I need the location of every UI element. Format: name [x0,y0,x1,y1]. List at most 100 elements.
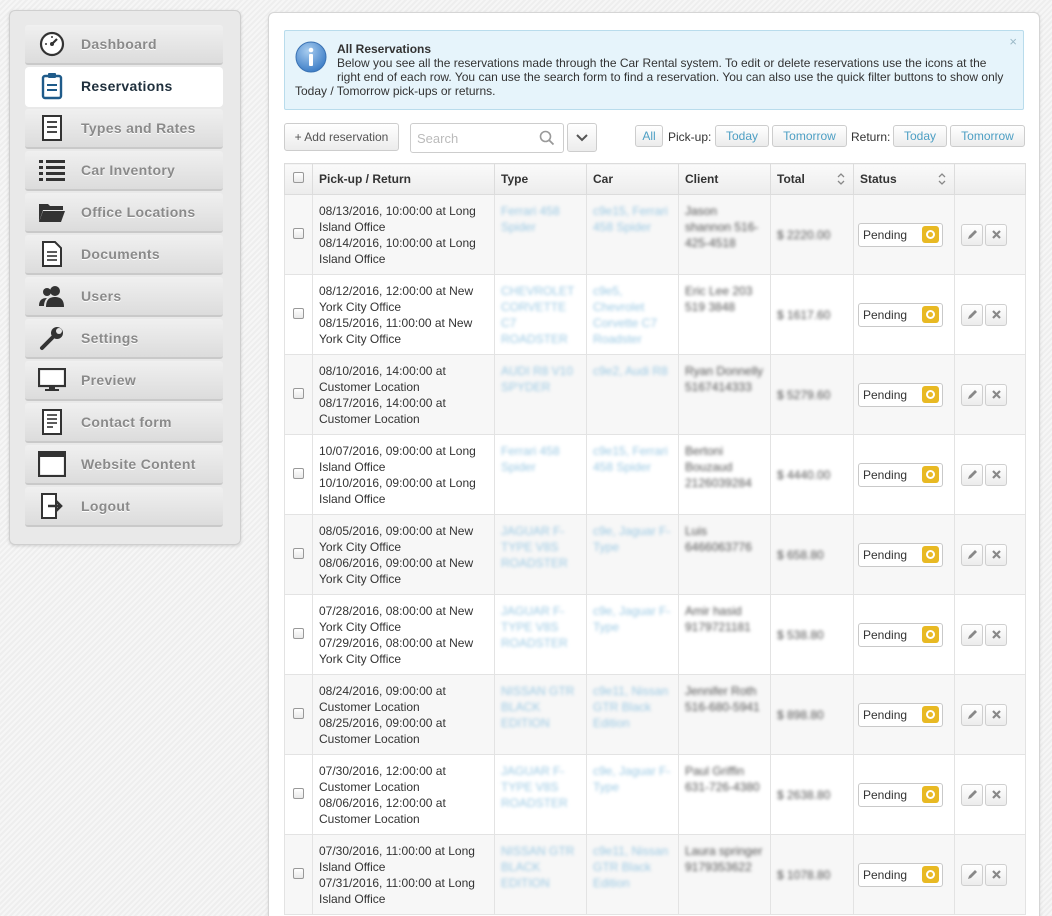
header-status-label: Status [860,172,897,186]
car-link[interactable]: c9e2, Audi R8 [593,364,668,378]
row-checkbox[interactable] [293,867,304,879]
window-icon [37,449,67,479]
status-select[interactable]: Pending [858,702,943,727]
type-link[interactable]: Ferrari 458 Spider [501,204,560,234]
sidebar-item-users[interactable]: Users [25,277,223,317]
car-cell: c9e11, Nissan GTR Black Edition [586,834,679,915]
header-type[interactable]: Type [494,163,587,195]
status-select[interactable]: Pending [858,862,943,887]
car-link[interactable]: c9e, Jaguar F-Type [593,524,670,554]
sidebar-item-reservations[interactable]: Reservations [25,67,223,107]
delete-button[interactable] [985,703,1007,726]
pencil-icon [967,470,977,479]
row-checkbox[interactable] [293,467,304,479]
actions-cell [954,194,1026,275]
status-select[interactable]: Pending [858,382,943,407]
add-reservation-button[interactable]: + Add reservation [284,123,399,151]
edit-button[interactable] [961,783,983,806]
row-checkbox[interactable] [293,307,304,319]
delete-button[interactable] [985,863,1007,886]
edit-button[interactable] [961,303,983,326]
header-car[interactable]: Car [586,163,679,195]
sidebar-item-office-locations[interactable]: Office Locations [25,193,223,233]
type-link[interactable]: AUDI R8 V10 SPYDER [501,364,573,394]
sidebar-item-car-inventory[interactable]: Car Inventory [25,151,223,191]
type-link[interactable]: JAGUAR F-TYPE V8S ROADSTER [501,524,568,570]
type-link[interactable]: CHEVROLET CORVETTE C7 ROADSTER [501,284,574,346]
sidebar-item-website-content[interactable]: Website Content [25,445,223,485]
sidebar-item-documents[interactable]: Documents [25,235,223,275]
delete-button[interactable] [985,223,1007,246]
search-options-button[interactable] [567,123,597,152]
type-cell: NISSAN GTR BLACK EDITION [494,834,587,915]
status-value: Pending [863,227,908,242]
status-select[interactable]: Pending [858,222,943,247]
search-icon[interactable] [539,130,555,146]
edit-button[interactable] [961,223,983,246]
car-link[interactable]: c9e11, Nissan GTR Black Edition [593,844,668,890]
sort-icon[interactable] [938,173,946,185]
car-link[interactable]: c9e11, Nissan GTR Black Edition [593,684,668,730]
header-status[interactable]: Status [853,163,955,195]
total-cell: $ 1078.80 [770,834,854,915]
search-input[interactable] [411,124,531,152]
status-select[interactable]: Pending [858,782,943,807]
car-link[interactable]: c9e15, Ferrari 458 Spider [593,444,668,474]
delete-button[interactable] [985,543,1007,566]
select-all-checkbox[interactable] [293,172,304,183]
car-link[interactable]: c9e, Jaguar F-Type [593,764,670,794]
edit-button[interactable] [961,543,983,566]
status-select[interactable]: Pending [858,622,943,647]
edit-button[interactable] [961,703,983,726]
delete-button[interactable] [985,783,1007,806]
row-checkbox[interactable] [293,227,304,239]
status-select[interactable]: Pending [858,462,943,487]
car-link[interactable]: c9e5, Chevrolet Corvette C7 Roadster [593,284,657,346]
edit-button[interactable] [961,623,983,646]
sidebar-item-types-and-rates[interactable]: Types and Rates [25,109,223,149]
return-tomorrow-button[interactable]: Tomorrow [950,125,1025,147]
car-link[interactable]: c9e15, Ferrari 458 Spider [593,204,668,234]
row-checkbox[interactable] [293,387,304,399]
car-cell: c9e, Jaguar F-Type [586,594,679,675]
status-value: Pending [863,387,908,402]
type-link[interactable]: JAGUAR F-TYPE V8S ROADSTER [501,604,568,650]
type-link[interactable]: NISSAN GTR BLACK EDITION [501,844,574,890]
type-link[interactable]: NISSAN GTR BLACK EDITION [501,684,574,730]
header-pickup-return[interactable]: Pick-up / Return [312,163,495,195]
filter-all-button[interactable]: All [635,125,663,147]
edit-button[interactable] [961,863,983,886]
car-cell: c9e15, Ferrari 458 Spider [586,434,679,515]
sidebar-item-dashboard[interactable]: Dashboard [25,25,223,65]
delete-button[interactable] [985,623,1007,646]
sidebar-item-logout[interactable]: Logout [25,487,223,527]
row-checkbox[interactable] [293,787,304,799]
sidebar-item-contact-form[interactable]: Contact form [25,403,223,443]
sidebar-item-preview[interactable]: Preview [25,361,223,401]
row-checkbox[interactable] [293,627,304,639]
header-total[interactable]: Total [770,163,854,195]
status-select[interactable]: Pending [858,542,943,567]
type-link[interactable]: JAGUAR F-TYPE V8S ROADSTER [501,764,568,810]
row-checkbox[interactable] [293,707,304,719]
status-select[interactable]: Pending [858,302,943,327]
delete-button[interactable] [985,383,1007,406]
table-row: 07/30/2016, 11:00:00 at Long Island Offi… [284,834,1026,915]
header-client[interactable]: Client [678,163,771,195]
pickup-today-button[interactable]: Today [715,125,769,147]
edit-button[interactable] [961,383,983,406]
type-link[interactable]: Ferrari 458 Spider [501,444,560,474]
edit-button[interactable] [961,463,983,486]
delete-button[interactable] [985,303,1007,326]
close-icon[interactable]: × [1009,35,1017,49]
car-link[interactable]: c9e, Jaguar F-Type [593,604,670,634]
select-all-header [284,163,313,195]
row-checkbox[interactable] [293,547,304,559]
delete-button[interactable] [985,463,1007,486]
monitor-icon [37,365,67,395]
sort-icon[interactable] [837,173,845,185]
pickup-tomorrow-button[interactable]: Tomorrow [772,125,847,147]
sidebar-item-settings[interactable]: Settings [25,319,223,359]
pickup-return-cell: 07/28/2016, 08:00:00 at New York City Of… [312,594,495,675]
return-today-button[interactable]: Today [893,125,947,147]
